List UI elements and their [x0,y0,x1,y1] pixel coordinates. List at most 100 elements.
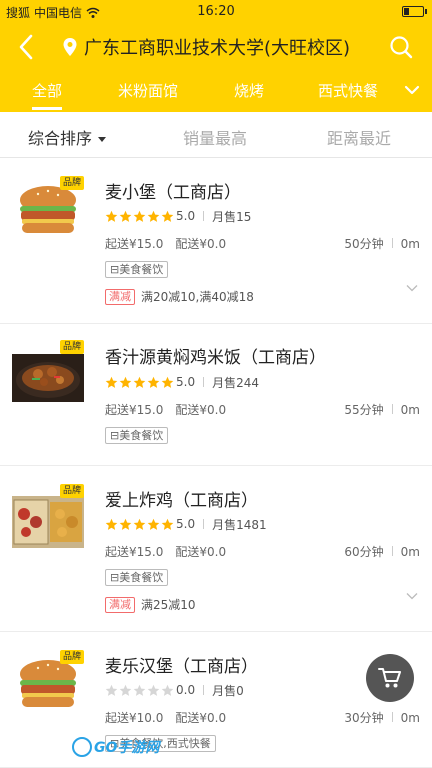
expand-chevron-icon[interactable] [406,284,418,292]
tab-bbq[interactable]: 烧烤 [234,72,264,112]
delivery-fee: 配送¥0.0 [175,403,227,417]
shop-card[interactable]: 品牌 麦小堡（工商店） 5.0 月售15 起送¥15.0 配送¥0.0 50分钟 0… [0,158,432,324]
star-icon [133,684,146,696]
status-bar: 搜狐 中国电信 16:20 [0,0,432,24]
category-tag: ⊟美食餐饮 [105,261,169,278]
status-time: 16:20 [197,4,235,19]
shop-card[interactable]: 品牌 香汁源黄焖鸡米饭（工商店） 5.0 月售244 起送¥15.0 配送¥0.0… [0,324,432,466]
tab-active-underline [32,107,63,110]
tab-all[interactable]: 全部 [32,72,63,112]
distance: 0m [400,403,420,417]
delivery-time: 55分钟 [344,403,384,417]
shop-name: 麦小堡（工商店） [105,183,241,203]
star-icon [161,518,174,530]
cart-button[interactable] [366,654,414,702]
tab-all-label: 全部 [32,82,63,100]
battery-icon [402,6,427,17]
star-icon [161,376,174,388]
divider [203,377,205,387]
rating-row: 0.0 月售0 [105,682,244,698]
shop-name: 麦乐汉堡（工商店） [105,657,258,677]
location-pin-icon [63,38,77,56]
back-chevron-icon [19,34,33,60]
expand-chevron-icon[interactable] [406,592,418,600]
shop-image-braised-chicken [12,354,84,402]
divider [391,546,393,556]
battery-fill [404,8,409,15]
star-icon [147,684,160,696]
time-distance: 60分钟 0m [344,543,420,560]
search-button[interactable] [384,30,418,64]
tag-label: 美食餐饮 [119,429,164,442]
star-icon [119,376,132,388]
top-bar: 广东工商职业技术大学(大旺校区) [0,24,432,70]
rating-row: 5.0 月售244 [105,374,259,390]
divider [391,712,393,722]
tabs-expand-button[interactable] [400,78,424,102]
star-icon [133,518,146,530]
watermark-logo: GO手游网 [72,734,159,760]
star-rating [105,684,174,697]
sort-distance[interactable]: 距离最近 [327,125,391,149]
shop-card[interactable]: 品牌 爱上炸鸡（工商店） 5.0 月售1481 起送¥15.0 配送¥0.0 60… [0,466,432,632]
watermark-circle-icon [72,737,92,757]
back-button[interactable] [8,28,44,66]
promo-row: 满减 满20减10,满40减18 [105,288,254,305]
monthly-sales: 月售244 [212,375,259,390]
divider [203,211,205,221]
star-icon [105,518,118,530]
fee-row: 起送¥15.0 配送¥0.0 [105,235,226,252]
tab-bbq-label: 烧烤 [234,82,265,100]
delivery-fee: 配送¥0.0 [175,545,227,559]
sort-default-label: 综合排序 [28,129,93,148]
tag-label: 美食餐饮 [119,263,164,276]
star-icon [105,376,118,388]
tag-label: 美食餐饮 [119,571,164,584]
sort-default[interactable]: 综合排序 [28,125,107,149]
rating-value: 5.0 [176,517,196,531]
fee-row: 起送¥15.0 配送¥0.0 [105,401,226,418]
star-rating [105,518,174,531]
divider [391,238,393,248]
promo-badge: 满减 [105,596,135,613]
tab-noodles-label: 米粉面馆 [118,82,179,100]
distance: 0m [400,711,420,725]
tab-noodles[interactable]: 米粉面馆 [118,72,178,112]
rating-value: 0.0 [176,683,196,697]
tab-western-fastfood[interactable]: 西式快餐 [318,72,378,112]
min-order: 起送¥15.0 [105,545,164,559]
shop-name: 香汁源黄焖鸡米饭（工商店） [105,348,326,368]
caret-down-icon [98,137,107,142]
shopping-cart-icon [378,668,401,688]
delivery-fee: 配送¥0.0 [175,711,227,725]
brand-badge: 品牌 [60,176,84,190]
time-distance: 30分钟 0m [344,709,420,726]
star-icon [133,210,146,222]
divider [203,519,205,529]
divider [203,685,205,695]
sort-distance-label: 距离最近 [327,129,392,148]
promo-badge: 满减 [105,288,135,305]
category-tag: ⊟美食餐饮 [105,569,169,586]
location-selector[interactable]: 广东工商职业技术大学(大旺校区) [62,34,350,60]
location-title: 广东工商职业技术大学(大旺校区) [84,38,351,59]
star-icon [105,210,118,222]
shop-name: 爱上炸鸡（工商店） [105,491,258,511]
star-icon [119,210,132,222]
tag-icon: ⊟ [110,571,120,584]
time-distance: 55分钟 0m [344,401,420,418]
star-icon [147,210,160,222]
delivery-time: 60分钟 [344,545,384,559]
chevron-down-icon [404,85,420,95]
delivery-time: 30分钟 [344,711,384,725]
fee-row: 起送¥15.0 配送¥0.0 [105,543,226,560]
delivery-fee: 配送¥0.0 [175,237,227,251]
sort-sales[interactable]: 销量最高 [183,125,247,149]
divider [391,404,393,414]
star-icon [147,376,160,388]
rating-value: 5.0 [176,209,196,223]
category-tabs: 全部 米粉面馆 烧烤 西式快餐 [0,72,432,112]
star-rating [105,210,174,223]
shop-card[interactable]: 品牌 麦乐汉堡（工商店） 0.0 月售0 起送¥10.0 配送¥0.0 30分钟 0… [0,632,432,768]
rating-row: 5.0 月售1481 [105,516,267,532]
